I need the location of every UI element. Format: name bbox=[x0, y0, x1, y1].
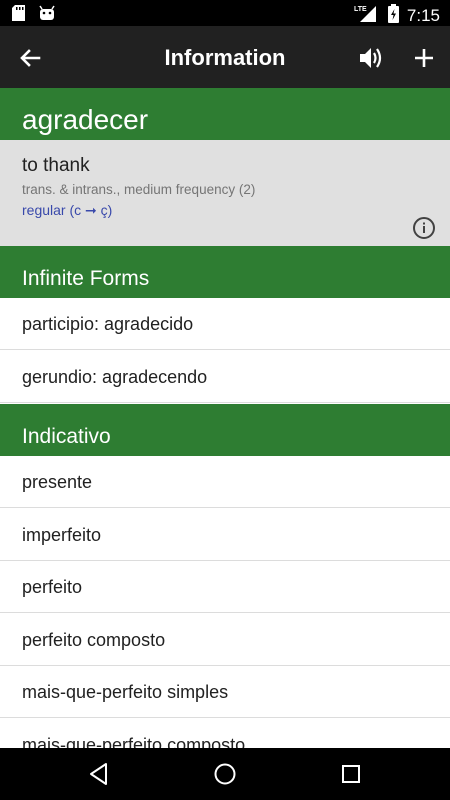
status-bar: LTE 7:15 bbox=[0, 0, 450, 26]
list-item[interactable]: presente bbox=[0, 456, 450, 508]
android-icon bbox=[39, 5, 55, 26]
info-icon[interactable] bbox=[412, 216, 436, 240]
list-item-label: imperfeito bbox=[22, 525, 102, 545]
list-item-label: presente bbox=[22, 472, 93, 492]
app-bar: Information bbox=[0, 26, 450, 88]
verb-info-card: to thank trans. & intrans., medium frequ… bbox=[0, 140, 450, 246]
list-item-label: perfeito bbox=[22, 577, 83, 597]
regularity-link[interactable]: regular (c ➞ ç) bbox=[22, 202, 112, 219]
list-item-label: mais-que-perfeito simples bbox=[22, 682, 229, 702]
battery-charging-icon bbox=[387, 3, 399, 28]
list-item-label: participio: agradecido bbox=[22, 314, 194, 334]
signal-icon: LTE bbox=[354, 3, 380, 28]
list-item[interactable]: imperfeito bbox=[0, 509, 450, 561]
list-item[interactable]: perfeito composto bbox=[0, 614, 450, 666]
plus-icon[interactable] bbox=[408, 42, 440, 74]
sd-card-icon bbox=[12, 5, 25, 26]
list-item[interactable]: mais-que-perfeito simples bbox=[0, 666, 450, 718]
nav-recents-icon[interactable] bbox=[338, 761, 364, 787]
verb-translation: to thank bbox=[22, 155, 90, 176]
status-time: 7:15 bbox=[406, 5, 440, 25]
section-header-indicativo: Indicativo bbox=[0, 404, 450, 456]
nav-home-icon[interactable] bbox=[212, 761, 238, 787]
list-item-label: gerundio: agradecendo bbox=[22, 367, 208, 387]
verb-infinitive: agradecer bbox=[22, 104, 149, 135]
list-item[interactable]: gerundio: agradecendo bbox=[0, 351, 450, 403]
list-item[interactable]: perfeito bbox=[0, 561, 450, 613]
volume-icon[interactable] bbox=[355, 42, 387, 74]
network-label: LTE bbox=[354, 6, 367, 13]
word-header: agradecer bbox=[0, 88, 450, 140]
section-header-infinite-forms: Infinite Forms bbox=[0, 246, 450, 298]
section-title: Infinite Forms bbox=[22, 267, 150, 290]
list-item[interactable]: participio: agradecido bbox=[0, 298, 450, 350]
list-item-label: perfeito composto bbox=[22, 630, 166, 650]
verb-meta: trans. & intrans., medium frequency (2) bbox=[22, 182, 256, 197]
system-nav-bar bbox=[0, 748, 450, 800]
section-title: Indicativo bbox=[22, 425, 111, 448]
nav-back-icon[interactable] bbox=[86, 761, 112, 787]
